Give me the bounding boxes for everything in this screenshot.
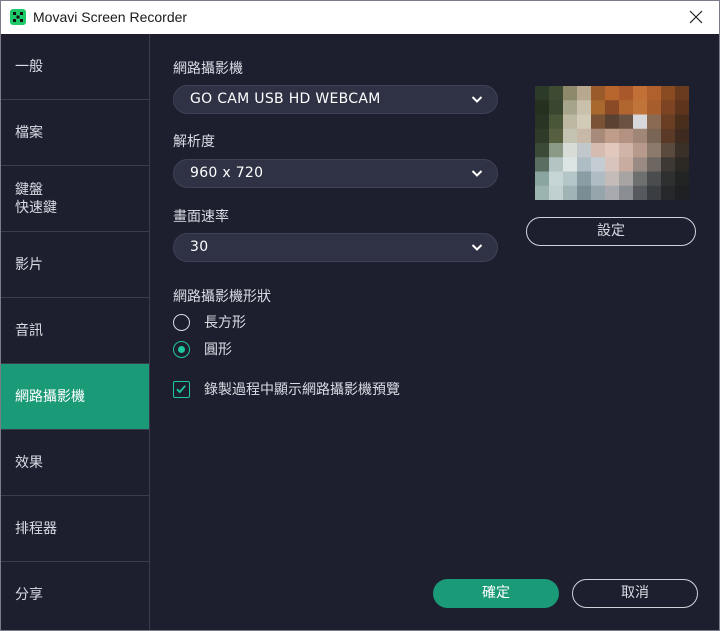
ok-button[interactable]: 確定 <box>433 579 559 608</box>
sidebar-item-effects[interactable]: 效果 <box>1 430 149 496</box>
webcam-settings-button[interactable]: 設定 <box>526 217 696 246</box>
close-button[interactable] <box>673 1 719 34</box>
settings-window: Movavi Screen Recorder 一般 檔案 鍵盤 快速鍵 影片 音… <box>0 0 720 631</box>
sidebar-item-video[interactable]: 影片 <box>1 232 149 298</box>
framerate-select[interactable]: 30 <box>173 233 498 262</box>
movavi-logo-icon <box>10 9 26 25</box>
sidebar-item-general[interactable]: 一般 <box>1 34 149 100</box>
sidebar-item-label: 音訊 <box>15 322 43 339</box>
checkmark-icon <box>176 385 186 394</box>
sidebar-item-label: 鍵盤 快速鍵 <box>15 181 57 216</box>
resolution-label: 解析度 <box>173 134 215 150</box>
window-title: Movavi Screen Recorder <box>33 9 188 25</box>
webcam-device-value: GO CAM USB HD WEBCAM <box>190 91 381 107</box>
sidebar-item-label: 排程器 <box>15 520 57 537</box>
sidebar-item-label: 分享 <box>15 587 43 603</box>
title-bar: Movavi Screen Recorder <box>1 1 719 34</box>
sidebar-item-audio[interactable]: 音訊 <box>1 298 149 364</box>
sidebar-item-webcam[interactable]: 網路攝影機 <box>1 364 149 430</box>
resolution-select[interactable]: 960 x 720 <box>173 159 498 188</box>
show-preview-checkbox[interactable] <box>173 381 190 398</box>
radio-button[interactable] <box>173 314 190 331</box>
sidebar-item-scheduler[interactable]: 排程器 <box>1 496 149 562</box>
webcam-device-label: 網路攝影機 <box>173 61 243 77</box>
sidebar-item-label: 效果 <box>15 454 43 471</box>
sidebar-item-hotkeys[interactable]: 鍵盤 快速鍵 <box>1 166 149 232</box>
cancel-button[interactable]: 取消 <box>572 579 698 608</box>
webcam-device-select[interactable]: GO CAM USB HD WEBCAM <box>173 85 498 114</box>
sidebar-item-label: 檔案 <box>15 124 43 141</box>
webcam-settings-panel: 網路攝影機 GO CAM USB HD WEBCAM 解析度 960 x 720… <box>151 34 719 630</box>
framerate-value: 30 <box>190 239 209 255</box>
chevron-down-icon <box>471 96 483 103</box>
sidebar-item-label: 影片 <box>15 256 43 273</box>
chevron-down-icon <box>471 244 483 251</box>
settings-sidebar: 一般 檔案 鍵盤 快速鍵 影片 音訊 網路攝影機 效果 排程器 分享 <box>1 34 150 630</box>
radio-button[interactable] <box>173 341 190 358</box>
webcam-preview-image <box>535 86 689 200</box>
show-preview-label: 錄製過程中顯示網路攝影機預覽 <box>204 382 400 398</box>
radio-label: 圓形 <box>204 342 232 358</box>
sidebar-item-label: 一般 <box>15 58 43 75</box>
chevron-down-icon <box>471 170 483 177</box>
framerate-label: 畫面速率 <box>173 209 229 225</box>
radio-label: 長方形 <box>204 315 246 331</box>
webcam-shape-label: 網路攝影機形狀 <box>173 289 271 305</box>
close-icon <box>689 10 703 24</box>
resolution-value: 960 x 720 <box>190 165 264 181</box>
sidebar-item-files[interactable]: 檔案 <box>1 100 149 166</box>
sidebar-item-label: 網路攝影機 <box>15 388 85 405</box>
sidebar-item-share[interactable]: 分享 <box>1 562 149 628</box>
